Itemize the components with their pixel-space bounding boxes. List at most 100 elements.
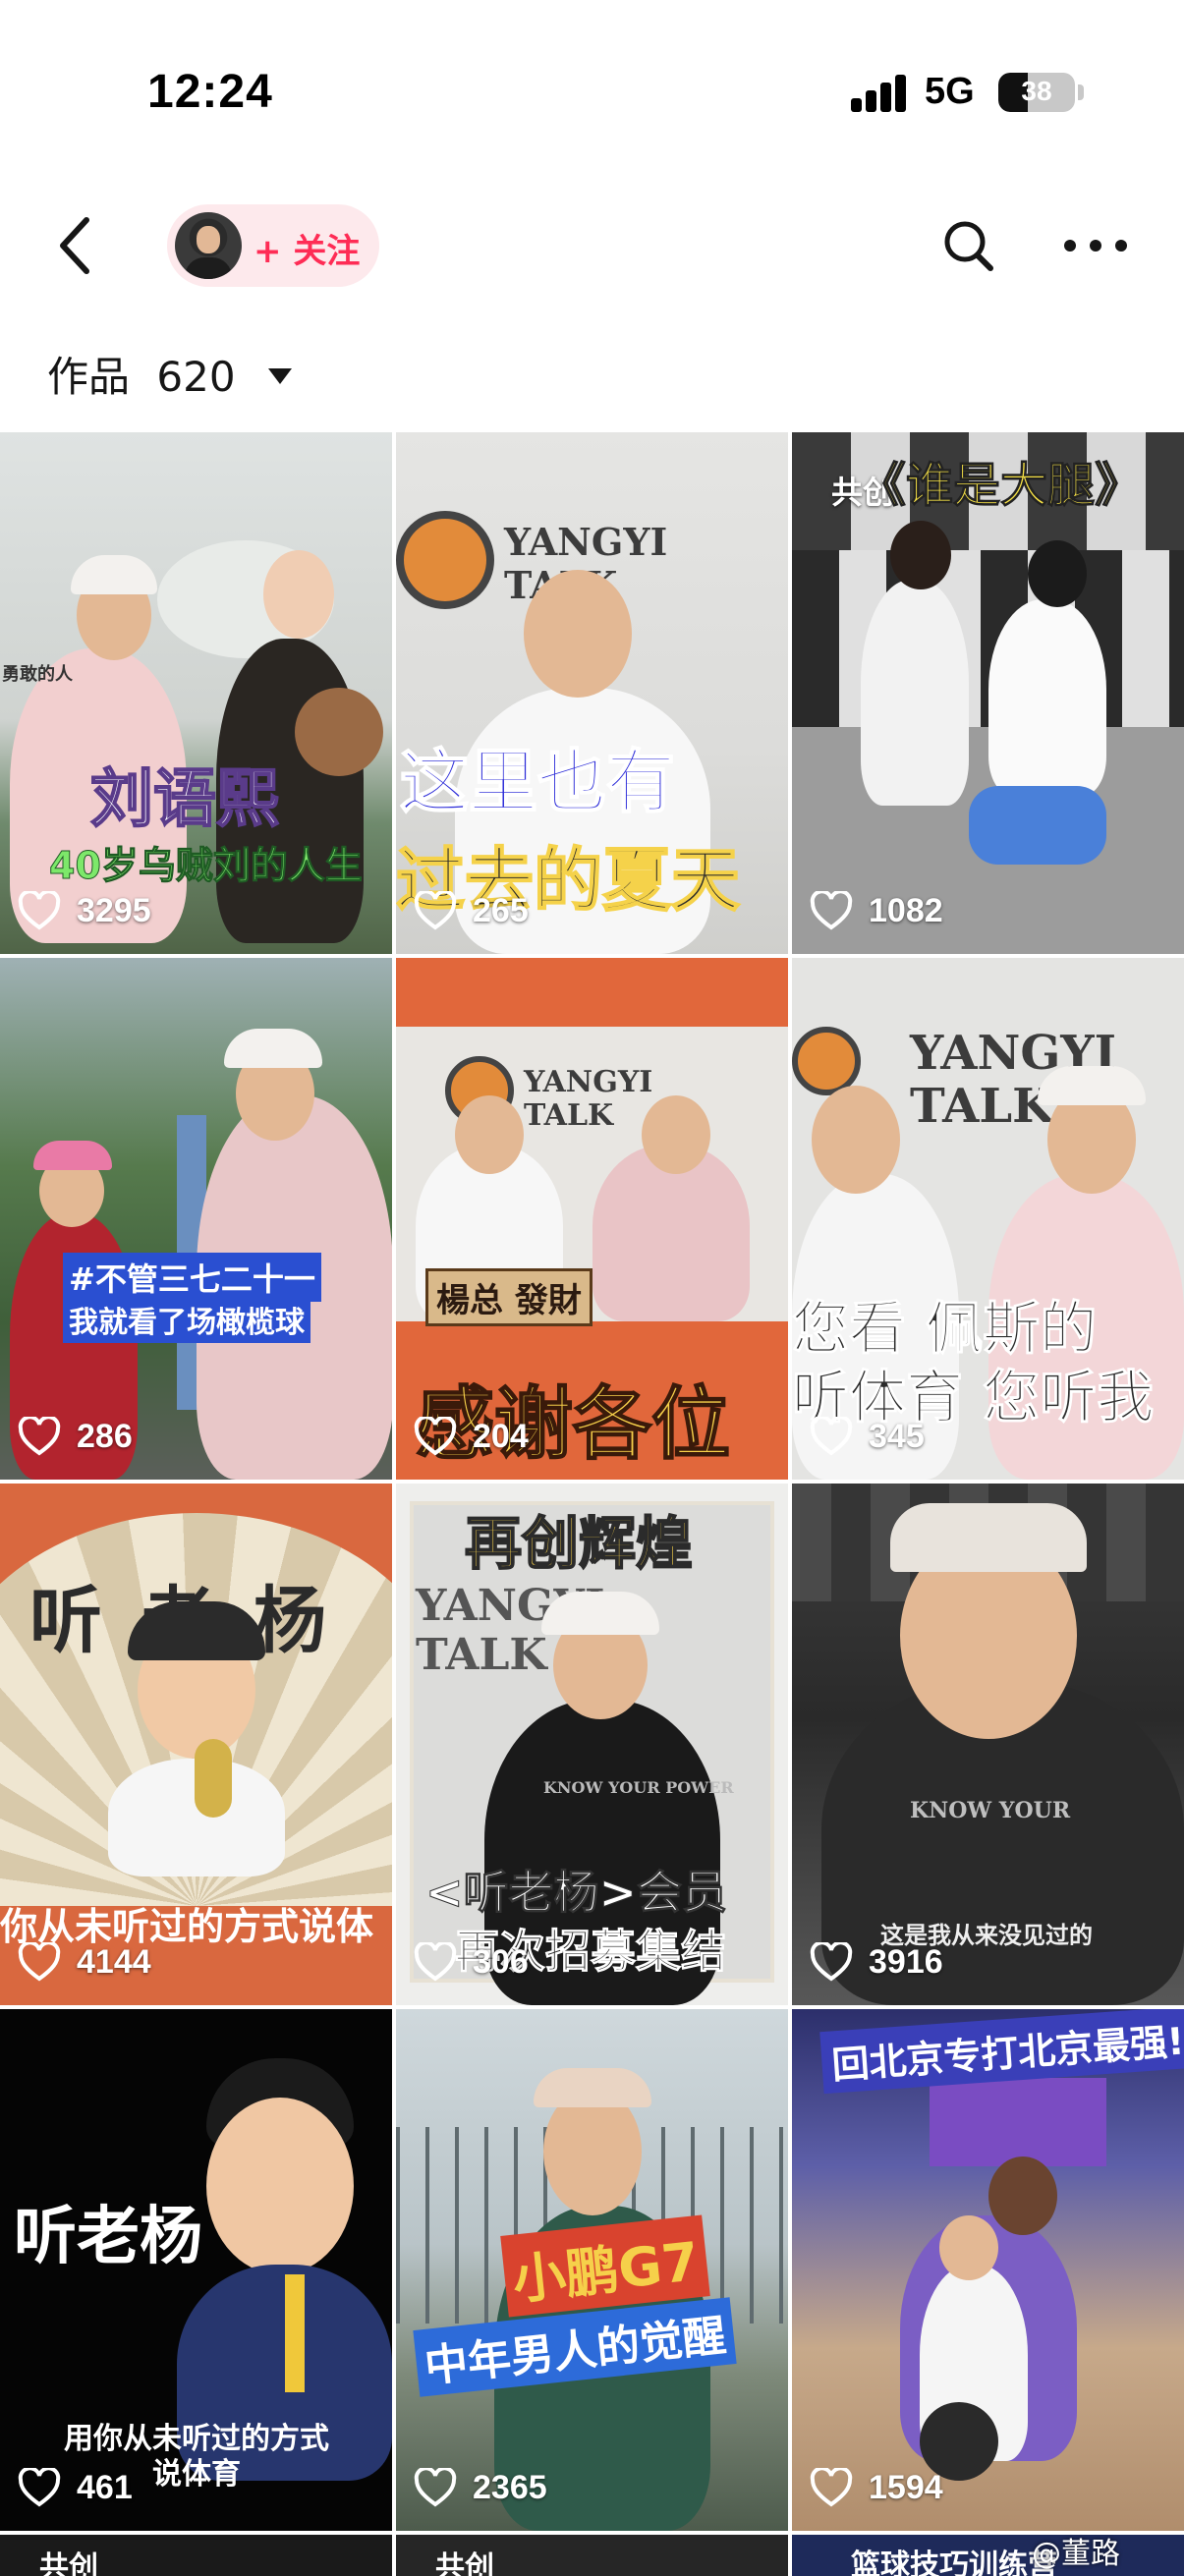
video-tile-partial[interactable]: 共创 (0, 2535, 392, 2576)
video-thumbnail: 勇敢的人 刘语熙 40岁乌贼刘的人生 (0, 432, 392, 954)
status-time: 12:24 (147, 66, 273, 118)
like-count: 4144 (77, 1942, 151, 1981)
video-tile[interactable]: KNOW YOUR 这是我从来没见过的 3916 (792, 1484, 1184, 2005)
like-counter: 461 (18, 2464, 133, 2511)
like-counter: 204 (414, 1413, 529, 1460)
like-count: 265 (473, 891, 529, 929)
caret-down-icon (267, 367, 292, 384)
video-tile[interactable]: #不管三七二十一 我就看了场橄榄球 286 (0, 958, 392, 1480)
video-tile[interactable]: 听老杨 你从未听过的方式说体 4144 (0, 1484, 392, 2005)
caption-main: 听老杨 (14, 2201, 202, 2273)
works-label: 作品 (47, 353, 131, 401)
like-counter: 345 (810, 1413, 925, 1460)
partial-caption: 篮球技巧训练营 (851, 2548, 1057, 2576)
shirt-text: KNOW YOUR POWER (543, 1778, 734, 1797)
more-icon (1064, 240, 1127, 252)
sign-text: 楊总 發財 (425, 1268, 592, 1326)
video-thumbnail: KNOW YOUR 这是我从来没见过的 (792, 1484, 1184, 2005)
heart-icon (414, 2468, 457, 2507)
video-thumbnail: #不管三七二十一 我就看了场橄榄球 (0, 958, 392, 1480)
caption-main: 《谁是大腿》 (858, 458, 1143, 514)
search-button[interactable] (939, 214, 998, 277)
watermark: @董路 (1032, 2537, 1120, 2571)
partial-badge: 共创 (39, 2550, 98, 2576)
heart-icon (414, 1942, 457, 1982)
caption-sub: 40岁乌贼刘的人生 (49, 844, 364, 888)
battery-icon: 38 (998, 73, 1075, 112)
network-type: 5G (925, 71, 975, 112)
video-thumbnail: YANGYI TALK 楊总 發財 感谢各位 (396, 958, 788, 1480)
video-thumbnail: 共创 《谁是大腿》 (792, 432, 1184, 954)
video-tile[interactable]: 再创辉煌 YANGYI TALK KNOW YOUR POWER <听老杨>会员… (396, 1484, 788, 2005)
heart-icon (18, 891, 61, 930)
heart-icon (810, 1942, 853, 1982)
video-tile[interactable]: 小鹏G7 中年男人的觉醒 2365 (396, 2009, 788, 2531)
like-count: 3295 (77, 891, 151, 929)
video-thumbnail: 听老杨 用你从未听过的方式说体育 (0, 2009, 392, 2531)
video-thumbnail: YANGYI TALK 您看 佩斯的 听体育 您听我 (792, 958, 1184, 1480)
search-icon (944, 221, 993, 271)
caption-main: <听老杨>会员 (424, 1866, 728, 1920)
like-count: 1082 (869, 891, 943, 929)
video-thumbnail: 再创辉煌 YANGYI TALK KNOW YOUR POWER <听老杨>会员… (396, 1484, 788, 2005)
profile-works-page: 12:24 5G 38 + 关注 作品 620 勇敢的人 刘语熙 40岁乌贼刘的… (0, 0, 1185, 2576)
battery-level: 38 (1021, 76, 1052, 106)
like-counter: 4144 (18, 1938, 151, 1986)
video-tile[interactable]: 回北京专打北京最强! 1594 (792, 2009, 1184, 2531)
follow-button[interactable]: + 关注 (167, 204, 379, 287)
caption-main: 这里也有 (399, 741, 676, 823)
like-counter: 1082 (810, 887, 943, 934)
video-tile-partial[interactable]: 篮球技巧训练营 (792, 2535, 1184, 2576)
avatar (175, 212, 242, 279)
video-thumbnail: 回北京专打北京最强! (792, 2009, 1184, 2531)
like-count: 3916 (869, 1942, 943, 1981)
like-counter: 265 (414, 887, 529, 934)
caption-top: 再创辉煌 (464, 1509, 694, 1578)
like-count: 345 (869, 1417, 925, 1455)
like-count: 461 (77, 2468, 133, 2506)
video-tile[interactable]: YANGYI TALK 这里也有 过去的夏天 265 (396, 432, 788, 954)
video-tile-partial[interactable]: 共创 (396, 2535, 788, 2576)
shirt-text: KNOW YOUR (910, 1798, 1071, 1823)
video-tile[interactable]: YANGYI TALK 您看 佩斯的 听体育 您听我 345 (792, 958, 1184, 1480)
like-counter: 286 (18, 1413, 133, 1460)
heart-icon (414, 1417, 457, 1456)
back-arrow-icon (60, 217, 89, 274)
video-tile[interactable]: 共创 《谁是大腿》 1082 (792, 432, 1184, 954)
works-grid: 勇敢的人 刘语熙 40岁乌贼刘的人生 3295 YANGYI TALK 这里也有… (0, 432, 1185, 2576)
signal-icon (851, 73, 908, 112)
like-counter: 1594 (810, 2464, 943, 2511)
heart-icon (414, 891, 457, 930)
like-counter: 3295 (18, 887, 151, 934)
like-count: 2365 (473, 2468, 547, 2506)
caption-main: 刘语熙 (89, 762, 280, 837)
heart-icon (18, 1942, 61, 1982)
heart-icon (18, 1417, 61, 1456)
like-count: 306 (473, 1942, 529, 1981)
battery-cap (1078, 84, 1084, 100)
works-count: 620 (156, 353, 236, 401)
like-count: 286 (77, 1417, 133, 1455)
video-tile[interactable]: 听老杨 用你从未听过的方式说体育 461 (0, 2009, 392, 2531)
heart-icon (810, 891, 853, 930)
heart-icon (810, 1417, 853, 1456)
video-thumbnail: 小鹏G7 中年男人的觉醒 (396, 2009, 788, 2531)
back-button[interactable] (49, 206, 108, 285)
caption-sub: 我就看了场橄榄球 (63, 1296, 310, 1343)
follow-label: + 关注 (254, 232, 361, 271)
video-tile[interactable]: YANGYI TALK 楊总 發財 感谢各位 204 (396, 958, 788, 1480)
like-counter: 2365 (414, 2464, 547, 2511)
caption-main: 回北京专打北京最强! (819, 2009, 1184, 2095)
video-thumbnail: 听老杨 你从未听过的方式说体 (0, 1484, 392, 2005)
caption-main: #不管三七二十一 (63, 1253, 321, 1302)
heart-icon (18, 2468, 61, 2507)
works-filter[interactable]: 作品 620 (47, 344, 292, 404)
like-count: 1594 (869, 2468, 943, 2506)
more-button[interactable] (1061, 221, 1130, 270)
video-thumbnail: YANGYI TALK 这里也有 过去的夏天 (396, 432, 788, 954)
like-counter: 306 (414, 1938, 529, 1986)
side-text: 勇敢的人 (2, 664, 73, 685)
video-tile[interactable]: 勇敢的人 刘语熙 40岁乌贼刘的人生 3295 (0, 432, 392, 954)
like-counter: 3916 (810, 1938, 943, 1986)
heart-icon (810, 2468, 853, 2507)
